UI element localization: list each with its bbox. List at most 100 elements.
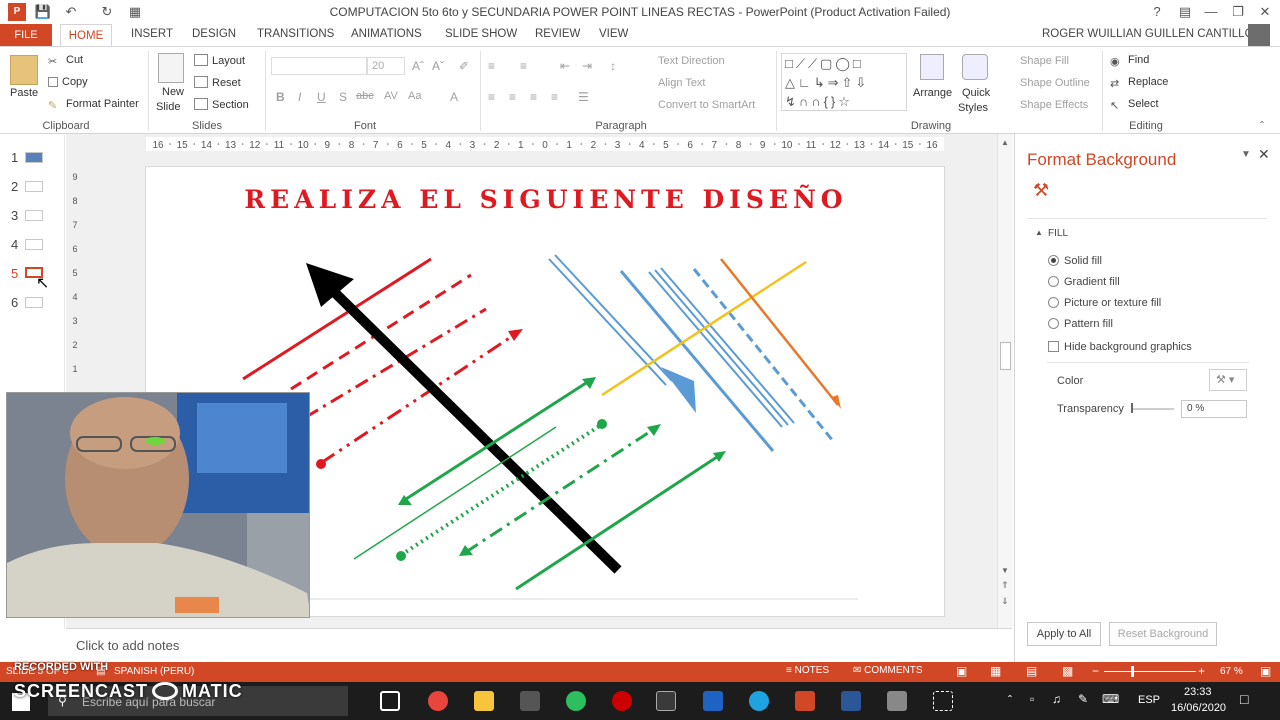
chrome-icon[interactable] bbox=[428, 691, 448, 711]
notes-pane[interactable]: Click to add notes bbox=[66, 628, 1012, 662]
slide-sorter-icon[interactable]: ▦ bbox=[990, 664, 1001, 678]
decrease-indent-icon[interactable]: ⇤ bbox=[560, 59, 570, 73]
restore-icon[interactable]: ❐ bbox=[1229, 3, 1247, 21]
color-picker-icon[interactable]: ⚒ ▾ bbox=[1209, 369, 1247, 391]
arrange-button[interactable]: Arrange bbox=[913, 87, 952, 99]
slide-thumbnail[interactable] bbox=[25, 297, 43, 308]
quick-styles-icon[interactable] bbox=[962, 54, 988, 80]
fill-paint-bucket-icon[interactable]: ⚒ bbox=[1033, 180, 1049, 201]
picture-fill-label[interactable]: Picture or texture fill bbox=[1064, 297, 1161, 309]
ribbon-display-icon[interactable]: ▤ bbox=[1176, 3, 1194, 21]
hide-graphics-label[interactable]: Hide background graphics bbox=[1064, 341, 1192, 353]
comments-toggle[interactable]: ✉ COMMENTS bbox=[853, 665, 923, 676]
underline-icon[interactable]: U bbox=[317, 90, 326, 104]
align-center-icon[interactable]: ≡ bbox=[509, 90, 516, 104]
select-button[interactable]: ↖ Select bbox=[1110, 98, 1159, 112]
font-name-field[interactable] bbox=[271, 57, 367, 75]
file-explorer-icon[interactable] bbox=[474, 691, 494, 711]
char-spacing-icon[interactable]: AV bbox=[384, 90, 398, 102]
slide-thumbnail[interactable] bbox=[25, 152, 43, 163]
paste-button[interactable]: Paste bbox=[10, 87, 38, 99]
vertical-scrollbar[interactable]: ▲ ▼ ⇑ ⇓ bbox=[997, 134, 1013, 628]
slideshow-view-icon[interactable]: ▩ bbox=[1062, 664, 1073, 678]
slide-thumbnail[interactable] bbox=[25, 239, 43, 250]
zoom-in-icon[interactable]: + bbox=[1198, 664, 1205, 678]
font-shrink-icon[interactable]: Aˇ bbox=[432, 59, 444, 73]
align-right-icon[interactable]: ≡ bbox=[530, 90, 537, 104]
scroll-down-icon[interactable]: ▼ bbox=[1001, 566, 1009, 575]
keyboard-icon[interactable]: ⌨ bbox=[1102, 692, 1119, 706]
tray-chevron-icon[interactable]: ˆ bbox=[1008, 693, 1012, 707]
transparency-input[interactable]: 0 % bbox=[1181, 400, 1247, 418]
shape-effects-button[interactable]: Shape Effects bbox=[1002, 98, 1088, 111]
notes-toggle[interactable]: ≡ NOTES bbox=[786, 665, 829, 676]
slide-thumbnail[interactable] bbox=[25, 210, 43, 221]
network-icon[interactable]: ▫ bbox=[1030, 692, 1034, 706]
green-dotted-line[interactable] bbox=[399, 423, 603, 557]
fit-slide-icon[interactable]: ▣ bbox=[1260, 664, 1271, 678]
close-icon[interactable]: ✕ bbox=[1256, 3, 1274, 21]
shapes-gallery[interactable]: □⟋⟋▢◯□ △∟↳⇒⇧⇩ ↯∩∩{}☆ bbox=[781, 53, 907, 111]
slide-thumbnail[interactable] bbox=[25, 181, 43, 192]
shape-fill-button[interactable]: Shape Fill bbox=[1002, 54, 1069, 67]
record-icon[interactable] bbox=[612, 691, 632, 711]
cut-button[interactable]: ✂ Cut bbox=[48, 54, 83, 68]
columns-icon[interactable]: ☰ bbox=[578, 90, 589, 104]
hide-graphics-checkbox[interactable] bbox=[1048, 341, 1059, 352]
scroll-thumb[interactable] bbox=[1000, 342, 1011, 370]
whatsapp-icon[interactable] bbox=[566, 691, 586, 711]
volume-icon[interactable]: ♫ bbox=[1052, 692, 1061, 706]
normal-view-icon[interactable]: ▣ bbox=[956, 664, 967, 678]
arrange-icon[interactable] bbox=[920, 54, 944, 80]
picture-fill-radio[interactable] bbox=[1048, 297, 1059, 308]
convert-smartart-button[interactable]: Convert to SmartArt bbox=[640, 98, 755, 111]
tab-design[interactable]: DESIGN bbox=[192, 28, 236, 40]
find-button[interactable]: ◉ Find bbox=[1110, 54, 1149, 68]
language-tray[interactable]: ESP bbox=[1138, 694, 1160, 706]
bold-icon[interactable]: B bbox=[276, 90, 285, 104]
previous-slide-icon[interactable]: ⇑ bbox=[1001, 580, 1009, 591]
fill-section-label[interactable]: FILL bbox=[1048, 228, 1068, 239]
app-icon[interactable] bbox=[703, 691, 723, 711]
font-size-field[interactable]: 20 bbox=[367, 57, 405, 75]
black-arrow-line[interactable] bbox=[322, 280, 622, 574]
word-icon[interactable] bbox=[841, 691, 861, 711]
change-case-icon[interactable]: Aa bbox=[408, 90, 421, 102]
new-slide-label-2[interactable]: Slide bbox=[156, 101, 180, 113]
font-grow-icon[interactable]: Aˆ bbox=[412, 59, 424, 73]
strikethrough-icon[interactable]: abc bbox=[356, 90, 374, 102]
quick-styles-button[interactable]: Quick bbox=[962, 87, 990, 99]
user-name[interactable]: ROGER WUILLIAN GUILLEN CANTILLO bbox=[1042, 28, 1254, 40]
task-view-icon[interactable] bbox=[380, 691, 400, 711]
blue-dashed-line[interactable] bbox=[692, 268, 835, 442]
calculator-icon[interactable] bbox=[520, 691, 540, 711]
italic-icon[interactable]: I bbox=[298, 90, 301, 104]
zoom-slider[interactable] bbox=[1104, 671, 1196, 672]
new-slide-label[interactable]: New bbox=[162, 86, 184, 98]
avatar[interactable] bbox=[1248, 24, 1270, 46]
orange-arrow-line[interactable] bbox=[720, 258, 839, 406]
pane-close-icon[interactable]: ✕ bbox=[1258, 146, 1270, 163]
numbering-icon[interactable]: ≡ bbox=[520, 59, 527, 73]
paint-icon[interactable] bbox=[656, 691, 676, 711]
reading-view-icon[interactable]: ▤ bbox=[1026, 664, 1037, 678]
gradient-fill-label[interactable]: Gradient fill bbox=[1064, 276, 1120, 288]
collapse-ribbon-icon[interactable]: ˆ bbox=[1260, 119, 1264, 133]
snipping-icon[interactable] bbox=[933, 691, 953, 711]
justify-icon[interactable]: ≡ bbox=[551, 90, 558, 104]
new-slide-icon[interactable] bbox=[158, 53, 184, 83]
copy-button[interactable]: Copy bbox=[48, 76, 88, 88]
next-slide-icon[interactable]: ⇓ bbox=[1001, 596, 1009, 607]
tab-insert[interactable]: INSERT bbox=[131, 28, 173, 40]
zoom-slider-thumb[interactable] bbox=[1131, 666, 1134, 677]
bullets-icon[interactable]: ≡ bbox=[488, 59, 495, 73]
clear-format-icon[interactable]: ✐ bbox=[459, 59, 469, 73]
clock-time[interactable]: 23:33 bbox=[1184, 686, 1212, 698]
green-arrow-line[interactable] bbox=[405, 381, 587, 501]
align-left-icon[interactable]: ≡ bbox=[488, 90, 495, 104]
transparency-slider-thumb[interactable] bbox=[1131, 403, 1133, 413]
tab-view[interactable]: VIEW bbox=[599, 28, 628, 40]
collapse-fill-icon[interactable]: ▲ bbox=[1035, 228, 1043, 237]
shape-outline-button[interactable]: Shape Outline bbox=[1002, 76, 1090, 89]
tab-transitions[interactable]: TRANSITIONS bbox=[257, 28, 334, 40]
